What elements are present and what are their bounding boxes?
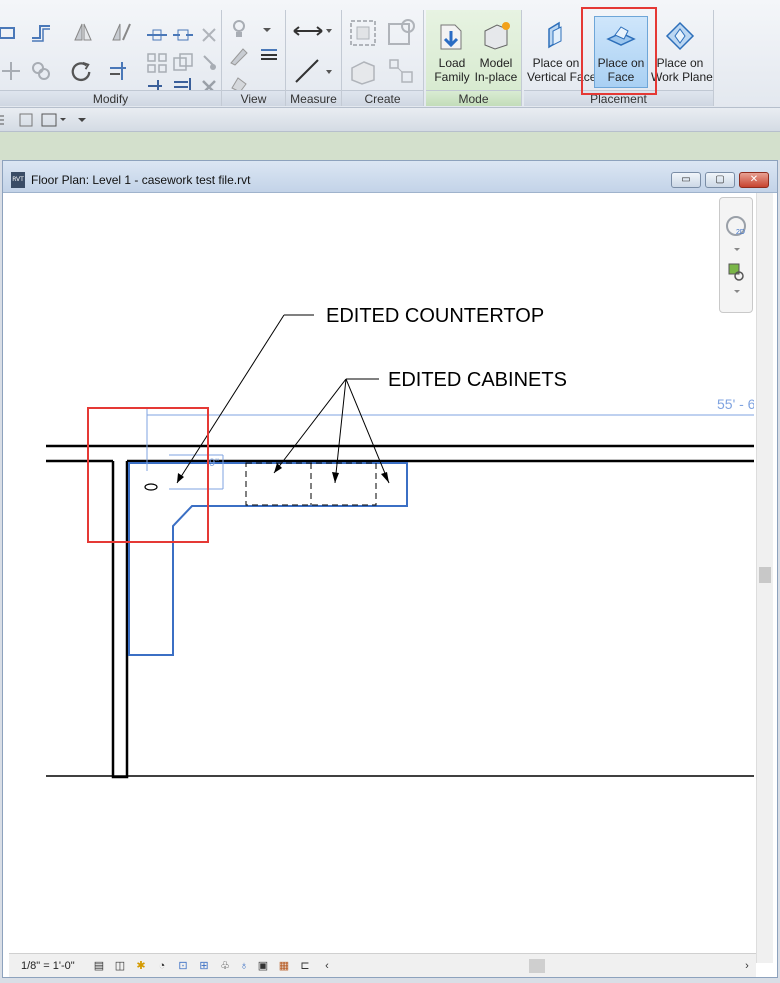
select-links-icon [19,113,33,127]
horizontal-scrollbar-thumb[interactable] [529,959,545,973]
scale-icon[interactable] [172,52,194,74]
modify-panel-label[interactable]: Modify [0,90,221,106]
hide-element-icon[interactable] [228,18,250,40]
cabinets-annotation: EDITED CABINETS [388,369,567,391]
unpin-icon[interactable] [198,52,220,74]
temporary-hide-icon[interactable]: ♧ [217,958,233,974]
mirror-axis-icon[interactable] [72,20,94,42]
reveal-hidden-icon[interactable]: ♁ [236,958,252,974]
options-bar [0,108,780,132]
split-gap-icon[interactable] [172,24,194,46]
copy-icon[interactable] [30,60,52,82]
place-on-work-plane-button[interactable]: Place on Work Plane [650,16,713,88]
place-vertical-face-label-2: Vertical Face [527,70,597,84]
model-inplace-label-2: In-place [474,70,518,84]
shadows-icon[interactable]: ◔ [154,958,170,974]
load-family-icon [440,24,462,50]
scroll-left-icon[interactable]: ‹ [319,958,335,974]
pin-icon[interactable] [198,24,220,46]
maximize-button[interactable]: ▢ [705,172,735,188]
place-work-plane-label-1: Place on [656,56,704,70]
vertical-face-icon [548,21,562,49]
cabinets-arrowhead-3 [381,472,389,483]
model-inplace-icon [484,22,510,50]
floor-plan-view-window: RVT Floor Plan: Level 1 - casework test … [2,160,778,978]
floor-plan-drawing: 9" 55' - 6 EDITED COUNTERTOP EDITED CABI… [46,305,754,779]
split-element-icon[interactable] [146,24,168,46]
override-graphics-icon[interactable] [228,44,250,66]
rotate-icon[interactable] [70,60,92,82]
model-inplace-button[interactable]: Model In-place [468,16,524,88]
cabinets-leader-3 [345,378,390,484]
countertop-annotation: EDITED COUNTERTOP [326,305,544,327]
linework-icon[interactable] [258,44,280,66]
mode-panel: Load Family Model In-place Mode [426,10,522,106]
vertical-scrollbar-thumb[interactable] [759,567,771,583]
view-title: Floor Plan: Level 1 - casework test file… [31,173,251,187]
mode-panel-label[interactable]: Mode [426,90,521,106]
aligned-dimension-icon[interactable] [292,56,332,83]
rvt-file-icon: RVT [11,172,25,188]
small-dimension-text: 9" [209,457,219,469]
place-on-face-highlight [581,7,657,95]
work-plane-icon [665,21,695,51]
cabinets-leader-2 [334,378,347,484]
navigation-bar: 2D [719,197,753,313]
measure-panel: Measure [286,10,342,106]
create-panel: Create [342,10,424,106]
ribbon: Modify View Measure Create Load Family M… [0,0,780,108]
place-vertical-face-label-1: Place on [532,56,580,70]
view-scale[interactable]: 1/8" = 1'-0" [21,960,75,972]
visual-style-icon[interactable]: ◫ [112,958,128,974]
view-panel-label[interactable]: View [222,90,285,106]
crop-view-icon[interactable]: ⊡ [175,958,191,974]
measure-distance-icon[interactable] [292,20,332,42]
detail-level-icon[interactable]: ▤ [91,958,107,974]
mirror-draw-icon[interactable] [110,20,132,42]
analytical-model-icon[interactable]: ▦ [276,958,292,974]
vertical-scrollbar[interactable] [756,193,773,963]
measure-panel-label[interactable]: Measure [286,90,341,106]
cabinets-leader-1 [273,378,347,474]
create-parts-icon[interactable] [386,18,416,48]
cabinets-arrowhead-2 [332,472,339,483]
workspace-background [0,132,780,160]
view-title-bar[interactable]: RVT Floor Plan: Level 1 - casework test … [3,161,777,193]
place-on-vertical-face-button[interactable]: Place on Vertical Face [526,16,597,88]
array-icon[interactable] [146,52,168,74]
scroll-right-icon[interactable]: › [739,958,755,974]
close-button[interactable]: ✕ [739,172,769,188]
view-control-bar: 1/8" = 1'-0" ▤ ◫ ✱ ◔ ⊡ ⊞ ♧ ♁ ▣ ▦ ⊏ ‹ › [9,953,756,977]
view-dropdown-arrow-icon[interactable] [256,18,278,40]
create-panel-label[interactable]: Create [342,90,423,106]
dropdown-arrow-icon [78,118,86,122]
select-pinned-icon [41,113,57,127]
create-group-icon[interactable] [348,18,378,48]
highlight-displacement-icon[interactable]: ⊏ [297,958,313,974]
model-inplace-label-1: Model [479,56,513,70]
drawing-canvas[interactable]: 9" 55' - 6 EDITED COUNTERTOP EDITED CABI… [9,193,754,951]
sun-path-icon[interactable]: ✱ [133,958,149,974]
move-icon[interactable] [0,60,22,82]
view-panel: View [222,10,286,106]
place-work-plane-label-2: Work Plane [651,70,713,84]
align-icon[interactable] [0,20,22,42]
create-similar-icon[interactable] [386,56,416,86]
trim-extend-icon[interactable] [108,60,130,82]
minimize-button[interactable]: ▭ [671,172,701,188]
dimension-text: 55' - 6 [717,396,754,412]
create-assembly-icon[interactable] [348,56,378,86]
modify-panel: Modify [0,10,222,106]
offset-icon[interactable] [30,20,52,42]
corner-highlight [87,407,209,543]
svg-text:2D: 2D [736,229,745,236]
navigation-bar-icons: 2D [726,216,746,293]
worksharing-display-icon[interactable]: ▣ [255,958,271,974]
show-crop-region-icon[interactable]: ⊞ [196,958,212,974]
options-bar-icons [0,113,86,127]
